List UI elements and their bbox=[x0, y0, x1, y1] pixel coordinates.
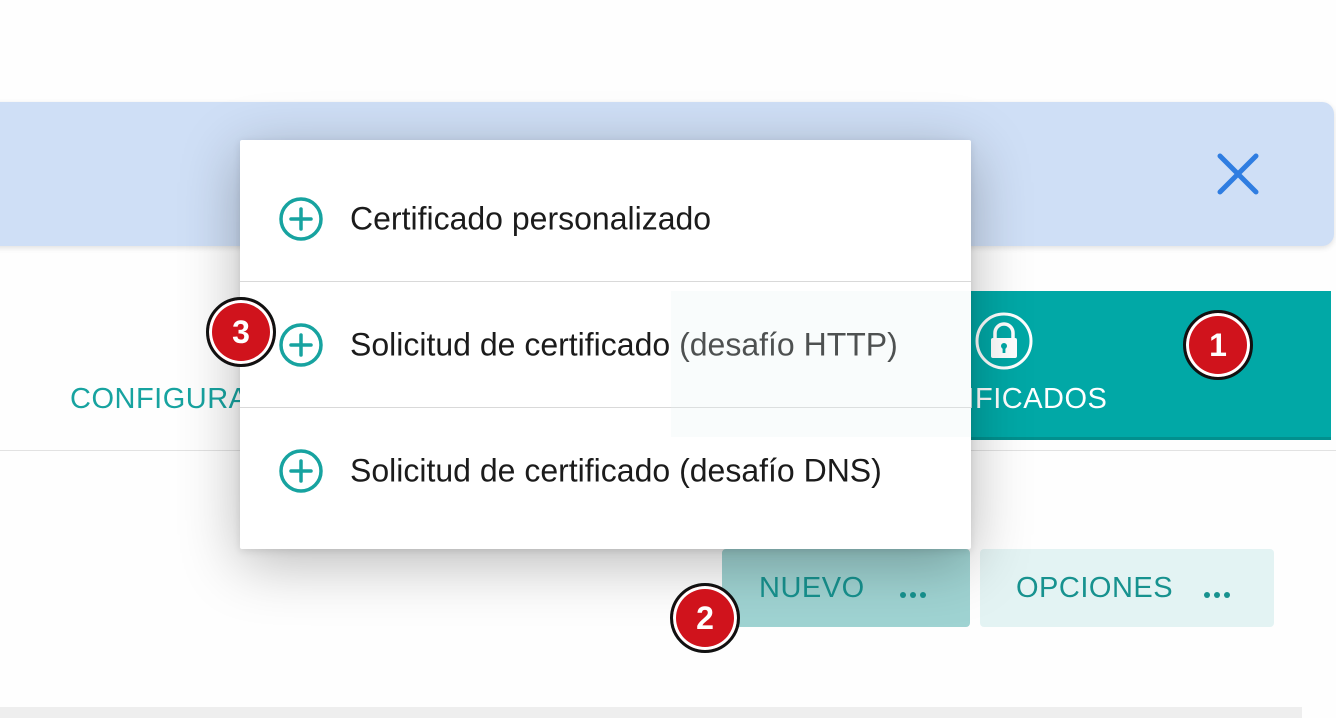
screen: CONFIGURACIONES VCL CERTIFICADOS NUEVO O… bbox=[0, 0, 1336, 718]
close-icon[interactable] bbox=[1214, 150, 1262, 198]
new-button[interactable]: NUEVO bbox=[722, 549, 970, 627]
plus-circle-icon bbox=[278, 196, 324, 242]
options-button[interactable]: OPCIONES bbox=[980, 549, 1274, 627]
menu-item-label: Certificado personalizado bbox=[350, 200, 712, 237]
plus-circle-icon bbox=[278, 448, 324, 494]
more-dots-icon bbox=[1204, 585, 1234, 603]
menu-item-label: Solicitud de certificado (desafío HTTP) bbox=[350, 326, 898, 363]
plus-circle-icon bbox=[278, 322, 324, 368]
menu-item-dns-challenge[interactable]: Solicitud de certificado (desafío DNS) bbox=[240, 410, 971, 534]
more-dots-icon bbox=[900, 585, 930, 603]
new-dropdown-menu: Certificado personalizado Solicitud de c… bbox=[240, 140, 971, 549]
callout-badge-3: 3 bbox=[206, 297, 276, 367]
options-button-label: OPCIONES bbox=[1016, 571, 1174, 604]
content-area-top bbox=[0, 707, 1302, 718]
menu-item-custom-certificate[interactable]: Certificado personalizado bbox=[240, 158, 971, 282]
callout-badge-1: 1 bbox=[1183, 310, 1253, 380]
lock-icon bbox=[974, 311, 1034, 371]
menu-divider bbox=[240, 281, 971, 282]
menu-divider bbox=[240, 407, 971, 408]
menu-item-http-challenge[interactable]: Solicitud de certificado (desafío HTTP) bbox=[240, 284, 971, 408]
new-button-label: NUEVO bbox=[759, 571, 865, 604]
menu-item-label: Solicitud de certificado (desafío DNS) bbox=[350, 452, 882, 489]
callout-badge-2: 2 bbox=[670, 583, 740, 653]
